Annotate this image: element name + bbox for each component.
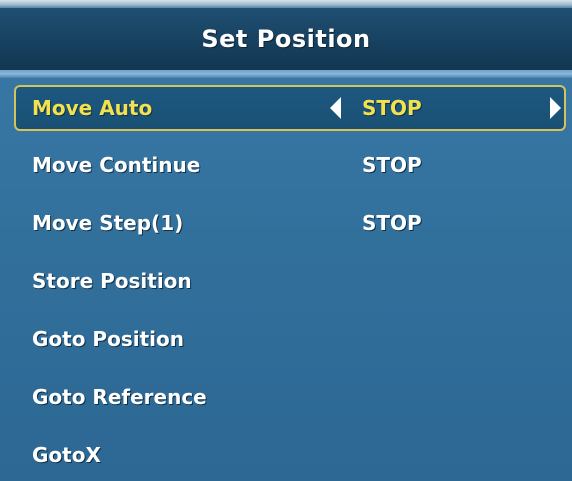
menu-item-goto-reference[interactable]: Goto Reference — [0, 368, 572, 426]
menu-item-move-continue[interactable]: Move Continue STOP — [0, 136, 572, 194]
menu-item-value: STOP — [362, 96, 422, 120]
title-bar: Set Position — [0, 8, 572, 70]
menu-item-gotox[interactable]: GotoX — [0, 426, 572, 481]
menu-item-label: GotoX — [32, 443, 101, 467]
menu-item-value: STOP — [362, 211, 422, 235]
menu-item-label: Move Step(1) — [32, 211, 184, 235]
page-title: Set Position — [201, 25, 371, 53]
set-position-osd: Set Position Move Auto STOP Move Continu… — [0, 0, 572, 481]
arrow-right-icon[interactable] — [550, 97, 561, 119]
top-edge-bar — [0, 0, 572, 8]
title-separator — [0, 70, 572, 78]
menu-item-label: Goto Reference — [32, 385, 207, 409]
menu-item-store-position[interactable]: Store Position — [0, 252, 572, 310]
menu-item-move-auto[interactable]: Move Auto STOP — [0, 78, 572, 136]
menu-item-label: Goto Position — [32, 327, 184, 351]
menu-item-goto-position[interactable]: Goto Position — [0, 310, 572, 368]
menu-item-label: Move Auto — [32, 96, 153, 120]
position-menu: Move Auto STOP Move Continue STOP Move S… — [0, 78, 572, 481]
arrow-left-icon[interactable] — [330, 97, 341, 119]
menu-item-value: STOP — [362, 153, 422, 177]
selection-highlight: Move Auto STOP — [14, 85, 566, 131]
menu-item-label: Store Position — [32, 269, 192, 293]
menu-item-move-step[interactable]: Move Step(1) STOP — [0, 194, 572, 252]
menu-item-label: Move Continue — [32, 153, 201, 177]
